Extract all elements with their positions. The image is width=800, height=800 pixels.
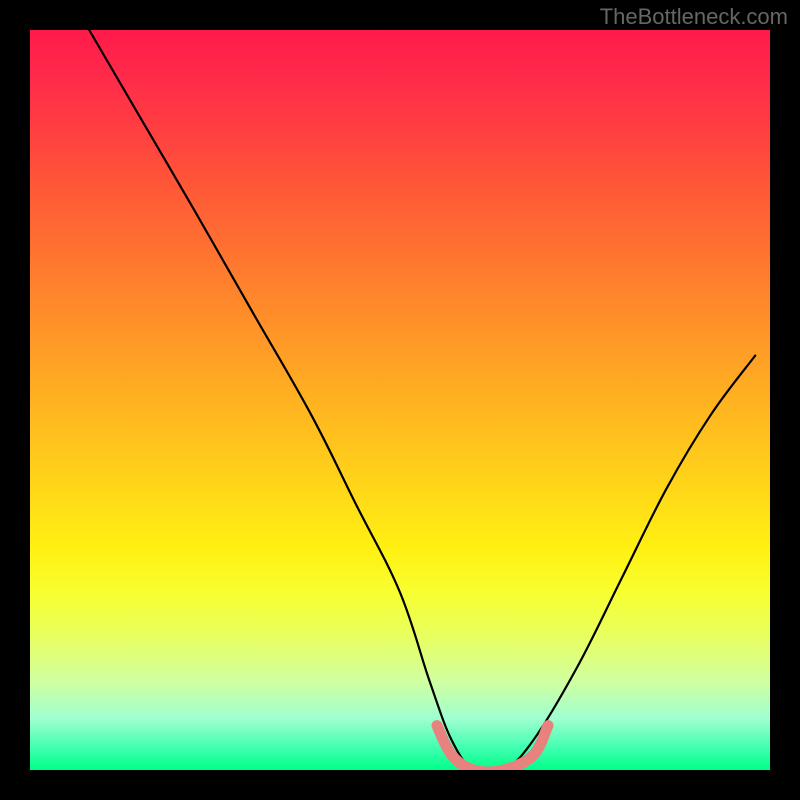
series-black-curve bbox=[89, 30, 755, 770]
chart-plot-area bbox=[30, 30, 770, 770]
chart-curves bbox=[30, 30, 770, 770]
series-pink-band bbox=[437, 726, 548, 770]
watermark-text: TheBottleneck.com bbox=[600, 4, 788, 30]
